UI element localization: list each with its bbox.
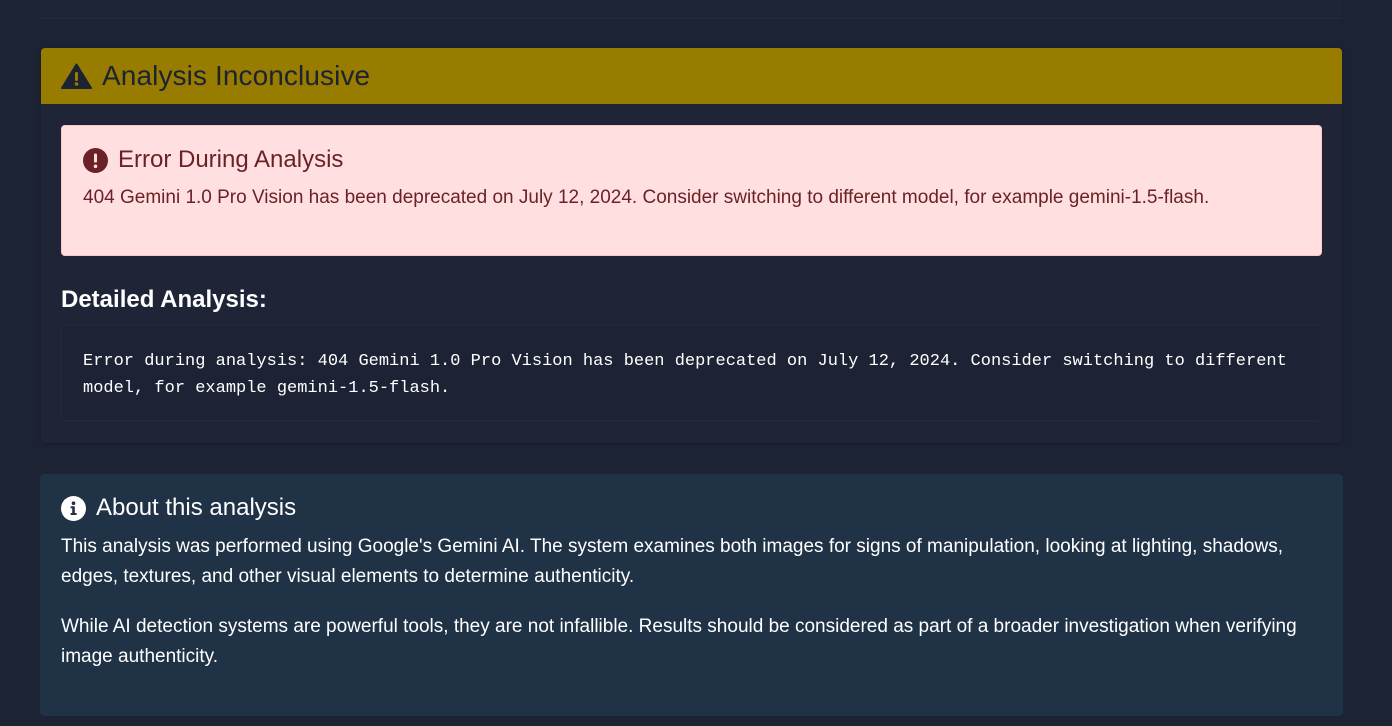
result-card: Analysis Inconclusive Error During Analy… <box>41 48 1342 443</box>
error-title: Error During Analysis <box>118 146 344 173</box>
error-alert: Error During Analysis 404 Gemini 1.0 Pro… <box>61 125 1322 256</box>
about-paragraph: This analysis was performed using Google… <box>61 536 1283 587</box>
error-title-row: Error During Analysis <box>83 146 1300 174</box>
detailed-analysis-heading: Detailed Analysis: <box>61 286 267 313</box>
about-title: About this analysis <box>96 494 297 521</box>
error-message: 404 Gemini 1.0 Pro Vision has been depre… <box>83 187 1210 208</box>
about-card: About this analysis This analysis was pe… <box>40 474 1343 716</box>
previous-section-edge <box>40 0 1342 19</box>
result-title: Analysis Inconclusive <box>102 60 371 91</box>
detailed-analysis-text: Error during analysis: 404 Gemini 1.0 Pr… <box>61 325 1322 421</box>
about-title-row: About this analysis <box>61 494 1322 522</box>
about-paragraph: While AI detection systems are powerful … <box>61 616 1297 667</box>
exclamation-circle-icon <box>83 147 108 173</box>
result-header: Analysis Inconclusive <box>41 48 1342 104</box>
info-circle-icon <box>61 495 86 521</box>
warning-triangle-icon <box>61 63 92 89</box>
